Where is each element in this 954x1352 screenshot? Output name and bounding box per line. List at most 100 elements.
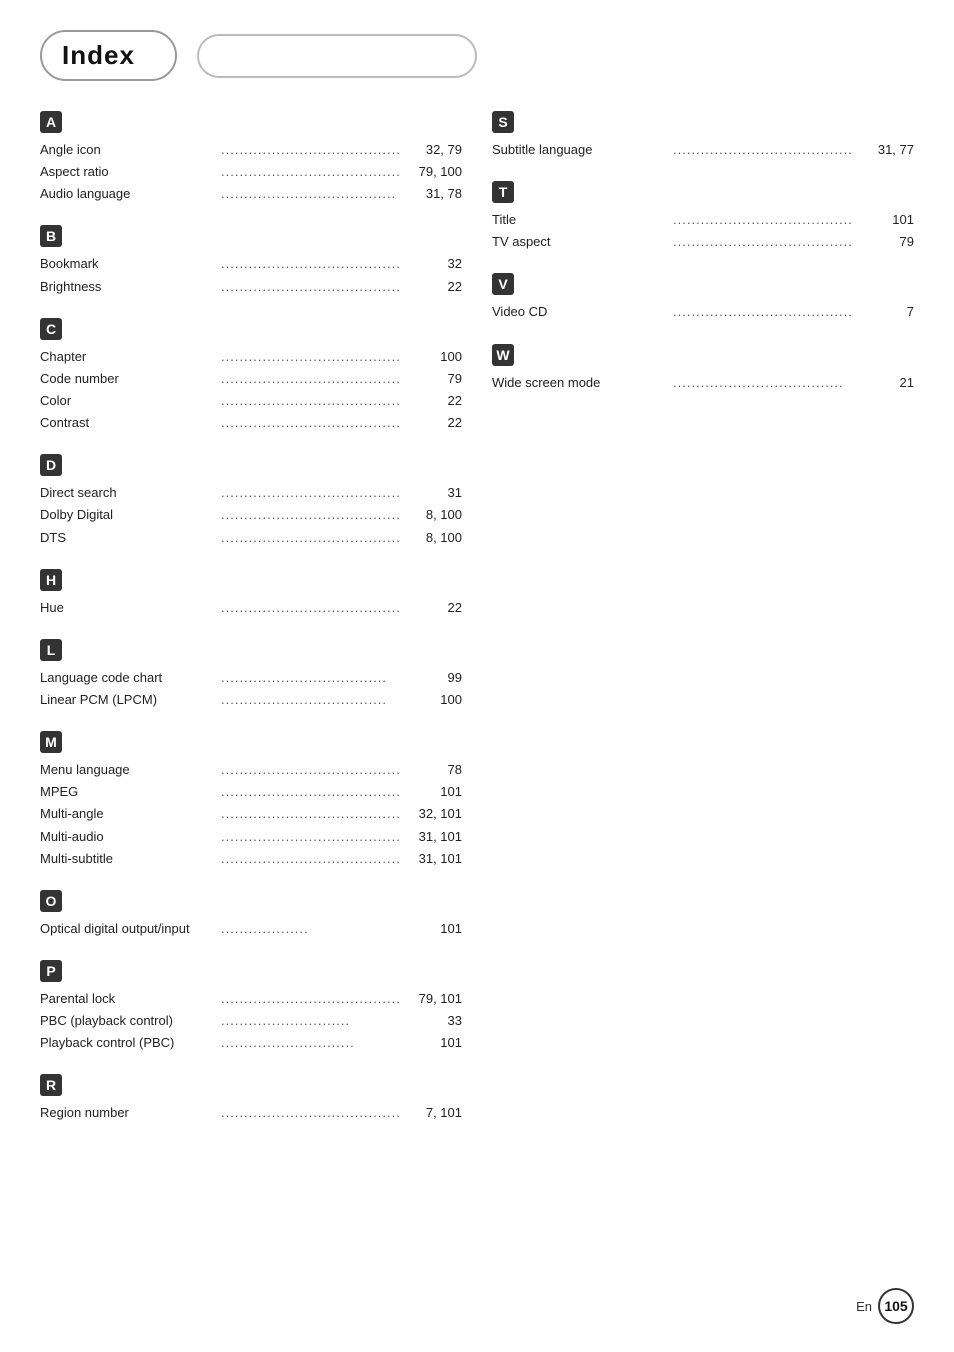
entry-dots: ........................................… [219,505,402,525]
entry-name: Aspect ratio [40,162,219,182]
list-item: PBC (playback control)..................… [40,1010,462,1032]
entry-name: Region number [40,1103,219,1123]
entry-name: Linear PCM (LPCM) [40,690,219,710]
entry-dots: ........................................… [219,277,402,297]
entry-name: Chapter [40,347,219,367]
section-letter-r: R [40,1074,62,1096]
section-w: WWide screen mode.......................… [492,344,914,394]
entry-dots: ............................ [219,1011,402,1031]
section-letter-p: P [40,960,62,982]
list-item: Dolby Digital...........................… [40,504,462,526]
page-title: Index [62,40,135,70]
entry-page: 21 [854,373,914,393]
section-entries: Wide screen mode........................… [492,372,914,394]
list-item: Parental lock...........................… [40,988,462,1010]
entry-dots: ........................................… [219,483,402,503]
entry-page: 101 [854,210,914,230]
entry-name: Bookmark [40,254,219,274]
section-entries: Angle icon..............................… [40,139,462,205]
section-m: MMenu language..........................… [40,731,462,870]
section-t: TTitle..................................… [492,181,914,253]
content-columns: AAngle icon.............................… [40,111,914,1145]
section-p: P Parental lock..........................… [40,960,462,1054]
entry-dots: .................................... [219,690,402,710]
section-letter-c: C [40,318,62,340]
section-entries: Direct search...........................… [40,482,462,548]
list-item: Wide screen mode........................… [492,372,914,394]
page-number-area: En 105 [856,1288,914,1324]
list-item: Brightness..............................… [40,276,462,298]
entry-name: Title [492,210,671,230]
entry-page: 22 [402,413,462,433]
page: Index AAngle icon.......................… [0,0,954,1352]
list-item: DTS.....................................… [40,527,462,549]
section-entries: Chapter.................................… [40,346,462,435]
entry-page: 22 [402,277,462,297]
entry-page: 31, 78 [402,184,462,204]
left-column: AAngle icon.............................… [40,111,462,1145]
entry-dots: ........................................… [219,782,402,802]
entry-page: 100 [402,347,462,367]
section-letter-o: O [40,890,62,912]
entry-dots: ........................................… [219,140,402,160]
entry-name: DTS [40,528,219,548]
list-item: Hue.....................................… [40,597,462,619]
entry-page: 101 [402,782,462,802]
list-item: TV aspect...............................… [492,231,914,253]
entry-name: Audio language [40,184,219,204]
entry-dots: ....................................... [671,140,854,160]
entry-page: 31, 101 [402,849,462,869]
entry-page: 31, 101 [402,827,462,847]
section-l: L Language code chart....................… [40,639,462,711]
section-entries: Bookmark................................… [40,253,462,297]
entry-name: Brightness [40,277,219,297]
list-item: Chapter.................................… [40,346,462,368]
entry-name: Contrast [40,413,219,433]
entry-dots: ........................................… [219,347,402,367]
list-item: Video CD................................… [492,301,914,323]
right-column: SSubtitle language......................… [492,111,914,1145]
list-item: Menu language...........................… [40,759,462,781]
section-r: R Region number..........................… [40,1074,462,1124]
entry-name: Playback control (PBC) [40,1033,219,1053]
section-entries: Video CD................................… [492,301,914,323]
section-a: AAngle icon.............................… [40,111,462,205]
section-h: HHue....................................… [40,569,462,619]
entry-name: Menu language [40,760,219,780]
list-item: Multi-audio.............................… [40,826,462,848]
list-item: MPEG....................................… [40,781,462,803]
section-entries: Region number...........................… [40,1102,462,1124]
list-item: Linear PCM (LPCM).......................… [40,689,462,711]
page-header: Index [40,30,914,81]
entry-page: 7, 101 [402,1103,462,1123]
list-item: Title...................................… [492,209,914,231]
entry-name: Hue [40,598,219,618]
entry-page: 8, 100 [402,505,462,525]
entry-page: 32, 101 [402,804,462,824]
entry-name: Video CD [492,302,671,322]
entry-page: 78 [402,760,462,780]
entry-name: Subtitle language [492,140,671,160]
entry-page: 22 [402,598,462,618]
entry-dots: ........................................… [671,210,854,230]
list-item: Audio language..........................… [40,183,462,205]
list-item: Angle icon..............................… [40,139,462,161]
entry-dots: ........................................… [219,413,402,433]
entry-dots: .................................... [219,668,402,688]
entry-page: 79, 101 [402,989,462,1009]
list-item: Language code chart.....................… [40,667,462,689]
entry-dots: ........................................… [219,1103,402,1123]
title-box: Index [40,30,177,81]
entry-dots: ........................................… [219,989,402,1009]
entry-name: Parental lock [40,989,219,1009]
entry-name: Wide screen mode [492,373,671,393]
entry-name: Multi-angle [40,804,219,824]
entry-dots: ............................. [219,1033,402,1053]
entry-name: Color [40,391,219,411]
page-number-badge: 105 [878,1288,914,1324]
section-letter-l: L [40,639,62,661]
entry-page: 101 [402,1033,462,1053]
entry-page: 31, 77 [854,140,914,160]
list-item: Color...................................… [40,390,462,412]
entry-page: 31 [402,483,462,503]
